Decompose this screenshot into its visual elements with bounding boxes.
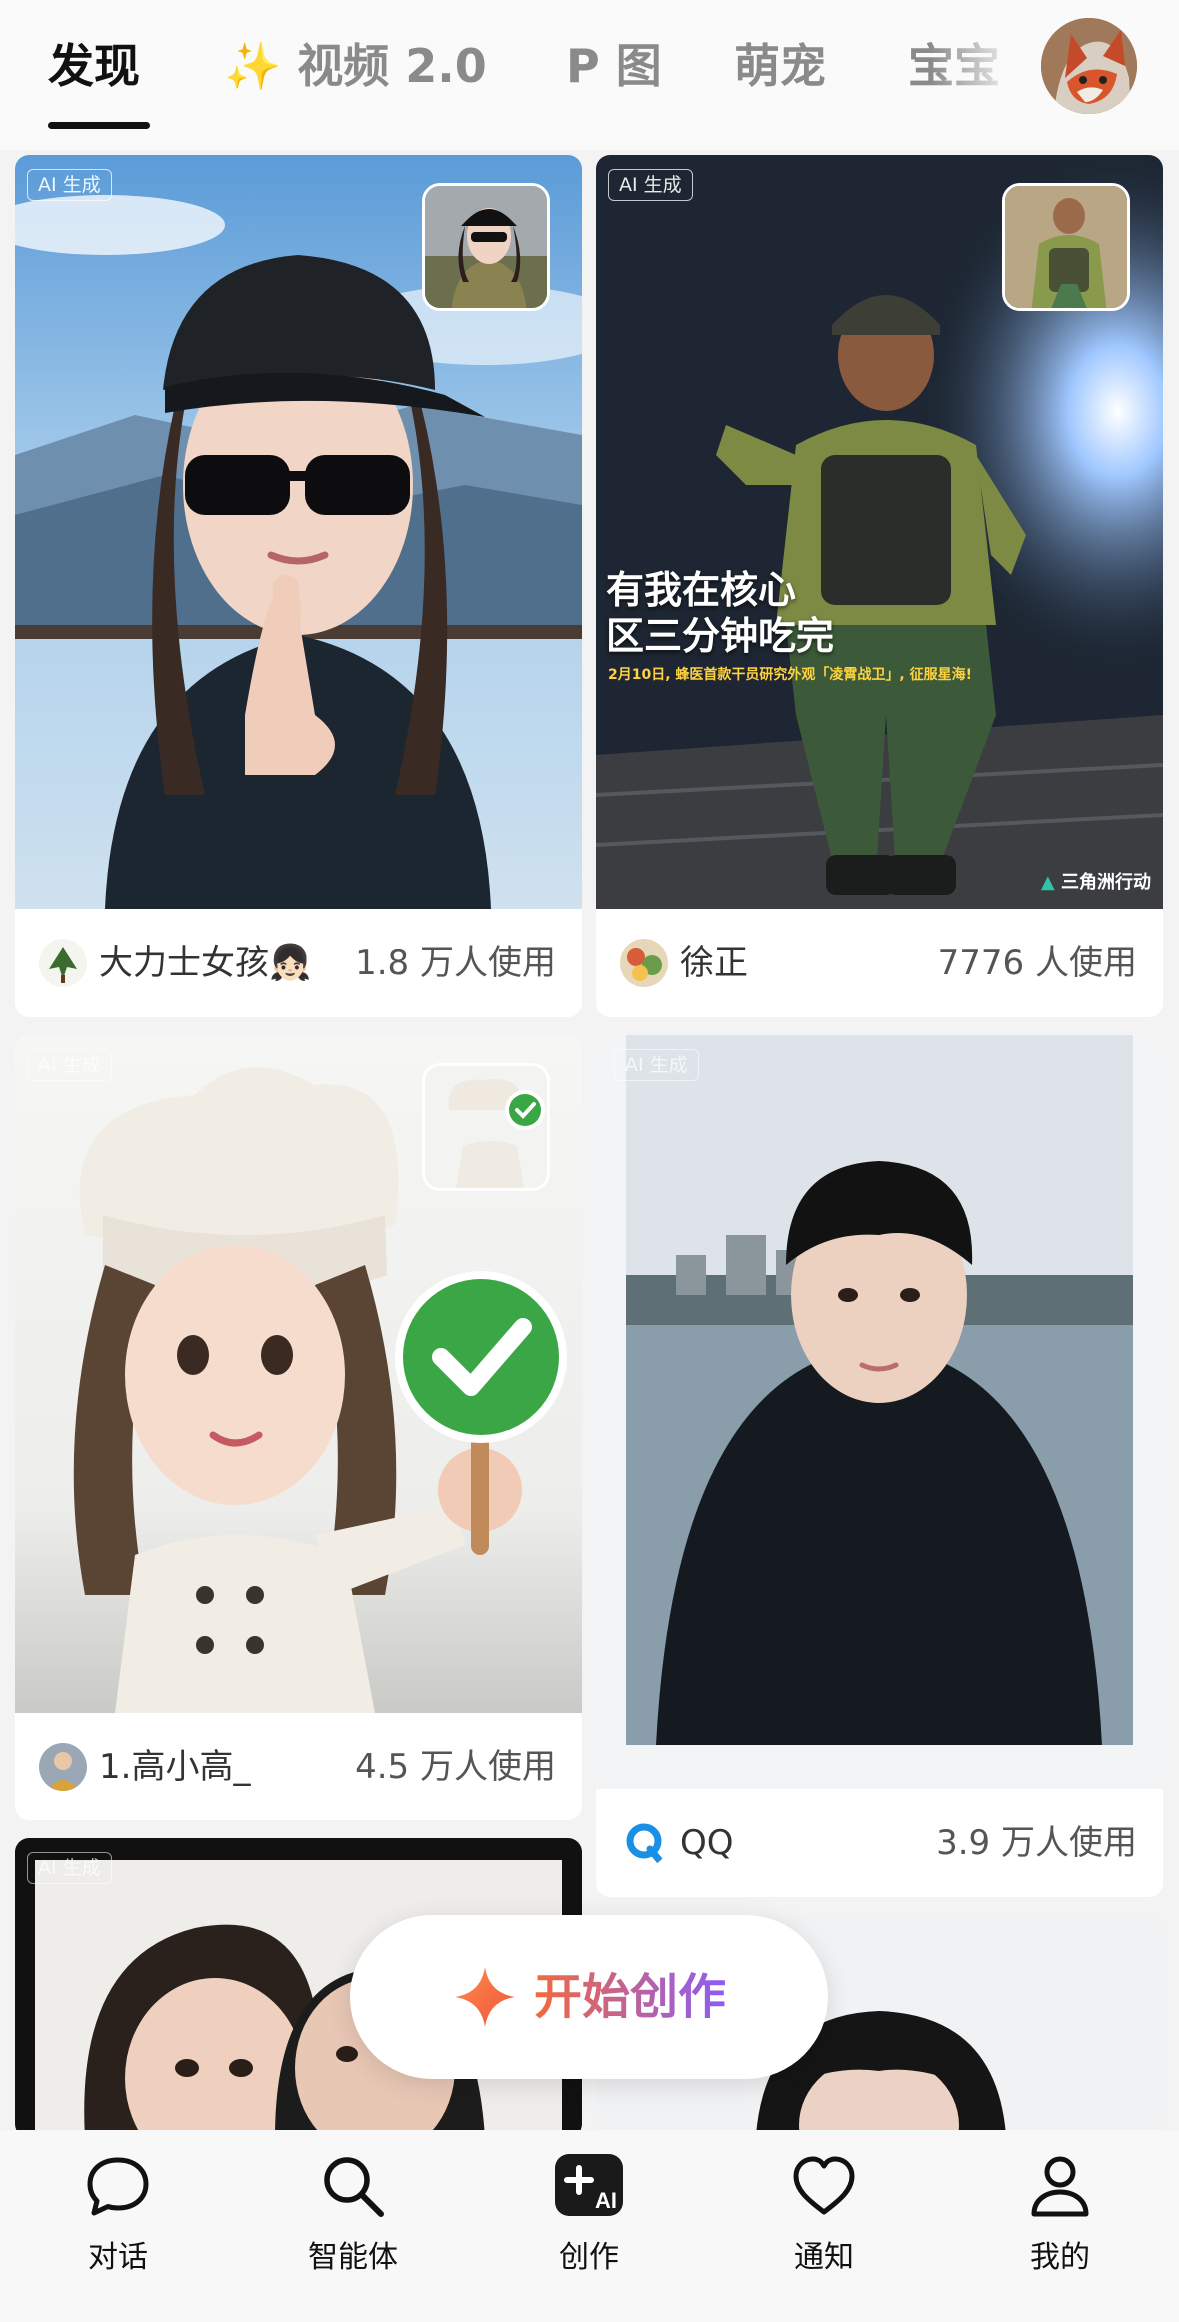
poster-brand: ▲ 三角洲行动 — [1041, 871, 1151, 895]
source-thumbnail — [1002, 183, 1130, 311]
user-avatar[interactable] — [620, 1819, 668, 1867]
feed-card[interactable]: AI 生成 有我在核心 区三分钟吃完 2月10日, 蜂医首款干员研究外观「凌霄战… — [596, 155, 1163, 1017]
feed-card[interactable]: AI 生成 — [15, 155, 582, 1017]
usage-count: 3.9 万人使用 — [936, 1823, 1137, 1863]
svg-text:AI: AI — [595, 2188, 617, 2213]
heart-icon — [793, 2156, 855, 2215]
card-footer: 1.高小高_ 4.5 万人使用 — [15, 1713, 582, 1820]
create-ai-icon: AI — [555, 2154, 623, 2216]
usage-count: 4.5 万人使用 — [355, 1747, 556, 1787]
card-image: AI 生成 有我在核心 区三分钟吃完 2月10日, 蜂医首款干员研究外观「凌霄战… — [596, 155, 1163, 909]
poster-brand-text: 三角洲行动 — [1061, 872, 1151, 893]
poster-subline: 2月10日, 蜂医首款干员研究外观「凌霄战卫」, 征服星海! — [608, 667, 972, 683]
card-footer: 大力士女孩👧🏻 1.8 万人使用 — [15, 909, 582, 1017]
nav-create[interactable]: AI 创作 — [489, 2130, 689, 2322]
user-name[interactable]: 1.高小高_ — [99, 1745, 250, 1789]
ai-generated-badge: AI 生成 — [27, 1852, 112, 1884]
chat-bubble-icon — [87, 2157, 149, 2216]
user-avatar[interactable] — [39, 1743, 87, 1791]
poster-headline-line1: 有我在核心 — [606, 568, 797, 612]
card-image: AI 生成 — [596, 1035, 1163, 1789]
card-image: AI 生成 — [15, 1035, 582, 1713]
nav-create-label: 创作 — [559, 2240, 619, 2275]
user-name[interactable]: 徐正 — [680, 941, 748, 985]
tab-pets[interactable]: 萌宠 — [734, 36, 826, 96]
tab-video[interactable]: ✨ 视频 2.0 — [224, 36, 487, 96]
user-avatar[interactable] — [620, 939, 668, 987]
start-creating-label: 开始创作 — [534, 1969, 727, 2025]
poster-headline-line2: 区三分钟吃完 — [606, 614, 835, 658]
tab-photo-edit[interactable]: P 图 — [566, 36, 662, 96]
user-name[interactable]: 大力士女孩👧🏻 — [99, 941, 311, 985]
user-avatar[interactable] — [39, 939, 87, 987]
source-thumbnail — [422, 183, 550, 311]
user-name[interactable]: QQ — [680, 1821, 734, 1865]
nav-agents-label: 智能体 — [308, 2240, 398, 2275]
person-icon — [1031, 2156, 1089, 2217]
feed-card[interactable]: AI 生成 1.高小高_ 4.5 万人使用 — [15, 1035, 582, 1820]
top-bar: 发现 ✨ 视频 2.0 P 图 萌宠 宝宝 — [0, 0, 1179, 150]
nav-notifications-label: 通知 — [794, 2240, 854, 2275]
card-footer: QQ 3.9 万人使用 — [596, 1789, 1163, 1897]
sparkle-icon — [455, 1967, 515, 2027]
ai-generated-badge: AI 生成 — [608, 169, 693, 201]
nav-me-label: 我的 — [1030, 2240, 1090, 2275]
brand-logo-icon: ▲ — [1040, 872, 1055, 893]
nav-agents[interactable]: 智能体 — [253, 2130, 453, 2322]
nav-me[interactable]: 我的 — [960, 2130, 1160, 2322]
source-thumbnail — [422, 1063, 550, 1191]
search-icon — [324, 2157, 384, 2217]
nav-notifications[interactable]: 通知 — [724, 2130, 924, 2322]
ai-generated-badge: AI 生成 — [27, 1049, 112, 1081]
nav-chat-label: 对话 — [88, 2240, 148, 2275]
ai-generated-badge: AI 生成 — [614, 1049, 699, 1081]
discover-screen: 发现 ✨ 视频 2.0 P 图 萌宠 宝宝 — [0, 0, 1179, 2322]
nav-chat[interactable]: 对话 — [18, 2130, 218, 2322]
profile-avatar[interactable] — [1041, 18, 1137, 114]
feed-card[interactable]: AI 生成 QQ 3.9 万人使用 — [596, 1035, 1163, 1897]
bottom-navigation: 对话 智能体 AI 创作 通知 我的 — [0, 2130, 1179, 2322]
category-tabs: 发现 ✨ 视频 2.0 P 图 萌宠 宝宝 — [0, 0, 1022, 130]
tab-discover[interactable]: 发现 — [48, 36, 140, 96]
usage-count: 1.8 万人使用 — [355, 943, 556, 983]
ai-generated-badge: AI 生成 — [27, 169, 112, 201]
tabs-fade-edge — [930, 0, 1022, 130]
active-tab-indicator — [48, 122, 150, 129]
poster-headline: 有我在核心 区三分钟吃完 — [606, 567, 1036, 659]
start-creating-button[interactable]: 开始创作 — [350, 1915, 828, 2079]
card-footer: 徐正 7776 人使用 — [596, 909, 1163, 1017]
usage-count: 7776 人使用 — [937, 943, 1137, 983]
card-image: AI 生成 — [15, 155, 582, 909]
